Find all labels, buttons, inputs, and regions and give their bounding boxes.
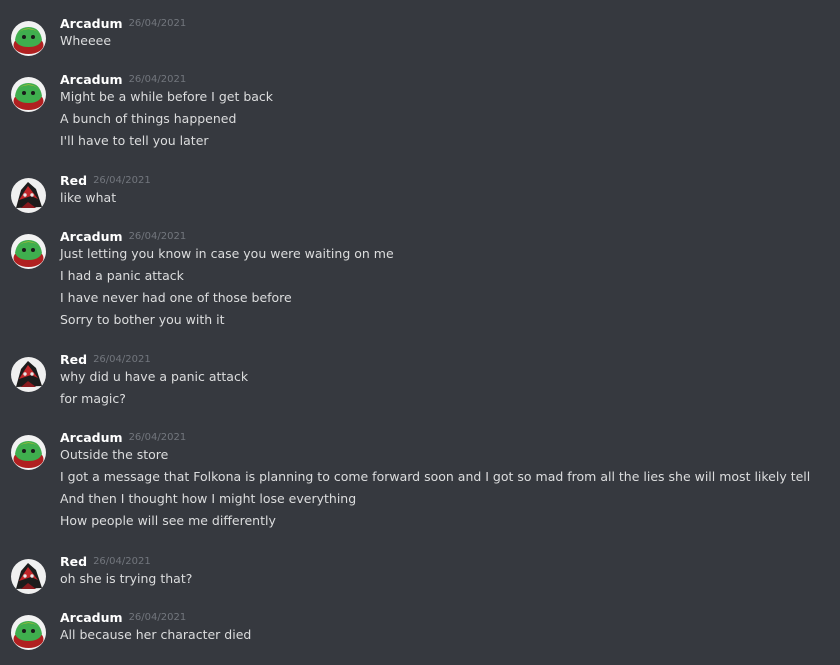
author-name[interactable]: Red (60, 173, 87, 188)
message-text: like what (60, 190, 117, 205)
author-name[interactable]: Arcadum (60, 430, 123, 445)
message-timestamp: 26/04/2021 (128, 612, 187, 623)
message-timestamp: 26/04/2021 (128, 432, 187, 443)
message-text: A bunch of things happened (60, 111, 237, 126)
message-text: All because her character died (60, 627, 252, 642)
author-name[interactable]: Arcadum (60, 72, 123, 87)
message-text: And then I thought how I might lose ever… (60, 491, 357, 506)
chat-message-list: Arcadum 26/04/2021 Wheeee Arcadum 26/04/20… (0, 0, 840, 665)
message-text: Just letting you know in case you were w… (60, 246, 394, 261)
message-timestamp: 26/04/2021 (93, 354, 151, 365)
message-text: I got a message that Folkona is planning… (60, 469, 811, 484)
message-text: I have never had one of those before (60, 290, 292, 305)
author-name[interactable]: Arcadum (60, 229, 123, 244)
author-name[interactable]: Red (60, 554, 87, 569)
message-text: Might be a while before I get back (60, 89, 274, 104)
red-dark-character-avatar-icon[interactable] (11, 178, 46, 213)
message-text: How people will see me differently (60, 513, 276, 528)
author-name[interactable]: Arcadum (60, 16, 123, 31)
message-timestamp: 26/04/2021 (128, 74, 187, 85)
green-slime-avatar-icon[interactable] (11, 21, 46, 56)
message-timestamp: 26/04/2021 (93, 556, 151, 567)
green-slime-avatar-icon[interactable] (11, 615, 46, 650)
message-timestamp: 26/04/2021 (128, 231, 187, 242)
message-text: oh she is trying that? (60, 571, 193, 586)
message-text: Sorry to bother you with it (60, 312, 225, 327)
message-text: I had a panic attack (60, 268, 184, 283)
green-slime-avatar-icon[interactable] (11, 234, 46, 269)
message-text: why did u have a panic attack (60, 369, 249, 384)
red-dark-character-avatar-icon[interactable] (11, 559, 46, 594)
author-name[interactable]: Red (60, 352, 87, 367)
green-slime-avatar-icon[interactable] (11, 435, 46, 470)
red-dark-character-avatar-icon[interactable] (11, 357, 46, 392)
message-timestamp: 26/04/2021 (128, 18, 187, 29)
green-slime-avatar-icon[interactable] (11, 77, 46, 112)
message-text: I'll have to tell you later (60, 133, 209, 148)
message-text: Wheeee (60, 33, 112, 48)
author-name[interactable]: Arcadum (60, 610, 123, 625)
message-text: Outside the store (60, 447, 169, 462)
message-text: for magic? (60, 391, 126, 406)
message-timestamp: 26/04/2021 (93, 175, 151, 186)
